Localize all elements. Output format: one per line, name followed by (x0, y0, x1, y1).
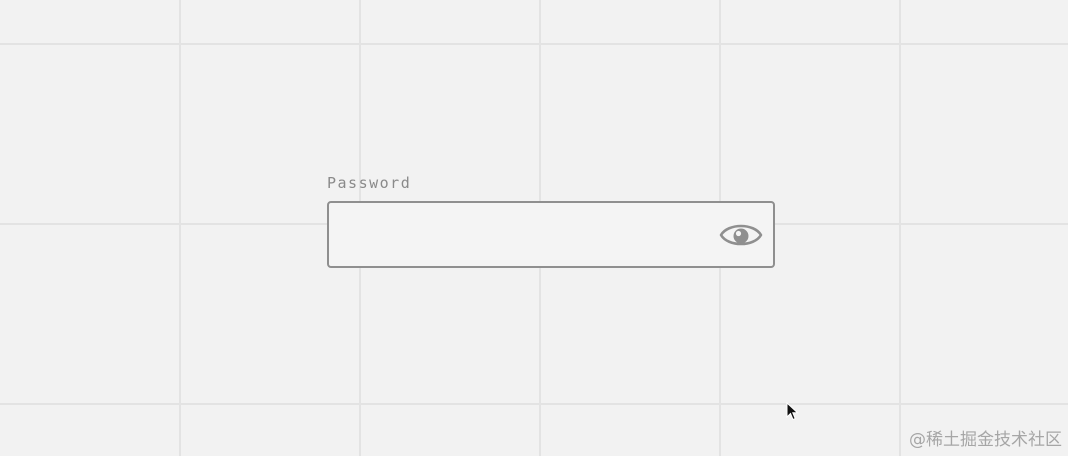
watermark: @稀土掘金技术社区 (909, 430, 1062, 450)
grid-line (899, 0, 901, 456)
password-field: Password (327, 174, 775, 268)
grid-line (0, 403, 1068, 405)
show-password-toggle[interactable] (719, 217, 763, 253)
mouse-cursor-icon (786, 402, 799, 421)
password-input[interactable] (329, 203, 709, 266)
grid-line (0, 43, 1068, 45)
grid-line (179, 0, 181, 456)
page-canvas: Password @稀土掘金技术社区 (0, 0, 1068, 456)
eye-icon (719, 224, 763, 246)
password-input-wrapper (327, 201, 775, 268)
password-label: Password (327, 174, 412, 192)
